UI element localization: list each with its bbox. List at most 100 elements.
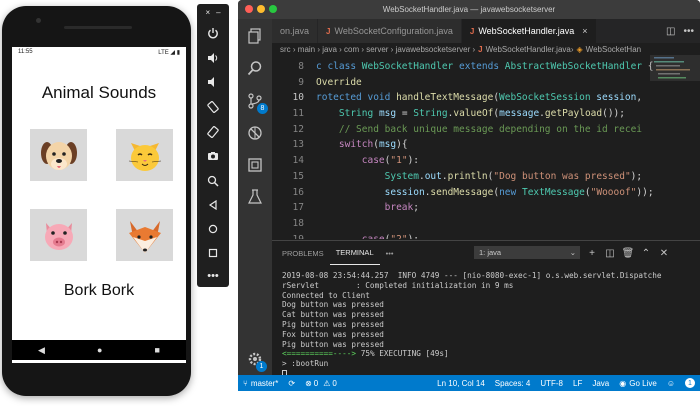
rotate-left-icon[interactable] (197, 96, 229, 118)
recents-nav-icon[interactable]: ■ (155, 345, 160, 355)
branch-indicator[interactable]: ⑂ master* (238, 379, 283, 388)
cursor-position[interactable]: Ln 10, Col 14 (432, 379, 490, 388)
vscode-window: WebSocketHandler.java — javawebsocketser… (238, 0, 700, 391)
pig-button[interactable] (30, 209, 87, 261)
more-options-icon[interactable]: ••• (197, 265, 229, 287)
editor-tabs: on.java J WebSocketConfiguration.java J … (272, 19, 700, 43)
tab-label: on.java (280, 26, 310, 36)
java-file-icon: J (478, 44, 483, 54)
settings-gear-icon[interactable]: 1 (238, 344, 272, 374)
end-of-line[interactable]: LF (568, 379, 587, 388)
volume-down-icon[interactable] (197, 71, 229, 93)
error-icon: ⊗ (305, 378, 312, 388)
go-live-button[interactable]: ◉ Go Live (614, 379, 662, 388)
back-nav-icon[interactable]: ◀ (38, 345, 45, 356)
terminal-line: Pig button was pressed (282, 339, 384, 349)
breadcrumb-separator: › (570, 44, 574, 54)
window-title: WebSocketHandler.java — javawebsocketser… (382, 5, 556, 14)
back-icon[interactable] (197, 194, 229, 216)
terminal-line: Dog button was pressed (282, 300, 384, 310)
terminal-line: 2019-08-08 23:54:44.257 INFO 4749 --- [n… (282, 271, 662, 280)
encoding[interactable]: UTF-8 (535, 379, 568, 388)
android-nav-bar: ◀ ● ■ (12, 340, 186, 360)
java-file-icon: J (469, 26, 475, 36)
language-mode[interactable]: Java (587, 379, 614, 388)
fox-button[interactable] (116, 209, 173, 261)
split-editor-icon[interactable]: ◫ (666, 26, 675, 37)
close-panel-icon[interactable]: ✕ (657, 246, 671, 260)
new-terminal-icon[interactable]: + (585, 246, 599, 260)
explorer-icon[interactable] (238, 21, 272, 51)
notification-count: 1 (685, 378, 695, 388)
home-nav-icon[interactable]: ● (97, 345, 102, 355)
panel-more-tabs[interactable]: ••• (380, 241, 400, 265)
line-number: 15 (292, 170, 304, 182)
error-count: 0 (313, 378, 319, 388)
rotate-right-icon[interactable] (197, 121, 229, 143)
cat-icon (128, 143, 161, 171)
line-number: 19 (272, 232, 310, 239)
close-icon[interactable]: × (205, 8, 210, 17)
code-line: case("2"): (316, 232, 696, 239)
indentation[interactable]: Spaces: 4 (490, 379, 536, 388)
notifications-bell-icon[interactable]: 1 (680, 378, 700, 388)
close-tab-icon[interactable]: × (582, 26, 587, 36)
front-camera (36, 18, 41, 23)
dog-button[interactable] (30, 129, 87, 181)
chevron-down-icon: ⌄ (569, 248, 576, 257)
line-number: 16 (292, 186, 304, 198)
cat-button[interactable] (116, 129, 173, 181)
volume-up-icon[interactable] (197, 47, 229, 69)
search-icon[interactable] (238, 53, 272, 83)
emulator-toolbar: × – ••• (197, 4, 229, 287)
zoom-window-icon[interactable] (269, 5, 277, 13)
trash-icon[interactable]: 🗑 (621, 246, 635, 260)
minimize-window-icon[interactable] (257, 5, 265, 13)
tab-label: WebSocketHandler.java (478, 26, 575, 36)
terminal-output[interactable]: 2019-08-08 23:54:44.257 INFO 4749 --- [n… (282, 271, 696, 378)
debug-icon[interactable] (238, 118, 272, 148)
code-content[interactable]: c class WebSocketHandler extends Abstrac… (316, 59, 696, 239)
feedback-smiley-icon[interactable]: ☺ (662, 379, 680, 388)
overview-icon[interactable] (197, 242, 229, 264)
code-editor[interactable]: 8 9 10 11 12 13 14 15 16 17 18 19 c class WebSocket… (272, 55, 700, 239)
zoom-icon[interactable] (197, 170, 229, 192)
breadcrumb-path[interactable]: src › main › java › com › server › javaw… (280, 45, 475, 54)
terminal-select-value: 1: java (479, 248, 502, 257)
terminal-line: Cat button was pressed (282, 310, 384, 320)
split-terminal-icon[interactable]: ◫ (603, 246, 617, 260)
tab-label: WebSocketConfiguration.java (334, 26, 453, 36)
pig-icon (44, 223, 73, 250)
line-number: 14 (292, 155, 304, 167)
breadcrumb-class[interactable]: WebSocketHan (586, 45, 641, 54)
code-line: String msg = String.valueOf(message.getP… (338, 108, 625, 120)
maximize-panel-icon[interactable]: ⌃ (639, 246, 653, 260)
tab-websocket-handler[interactable]: J WebSocketHandler.java × (461, 19, 597, 43)
minimap[interactable] (650, 55, 700, 239)
gradle-progress-line: <==========----> 75% EXECUTING [49s] (282, 349, 696, 359)
settings-badge: 1 (256, 361, 267, 372)
sync-icon[interactable]: ⟳ (283, 379, 300, 388)
code-line: Override (316, 76, 362, 88)
code-line: rotected void handleTextMessage(WebSocke… (316, 92, 648, 104)
status-bar: ⑂ master* ⟳ ⊗ 0 ⚠ 0 Ln 10, Col 14 Spaces… (238, 375, 700, 391)
home-icon[interactable] (197, 218, 229, 240)
code-line: session.sendMessage(new TextMessage("Woo… (384, 186, 654, 198)
editor-more-icon[interactable]: ••• (683, 26, 694, 37)
power-icon[interactable] (197, 22, 229, 44)
tab-partial-java[interactable]: on.java (272, 19, 319, 43)
close-window-icon[interactable] (245, 5, 253, 13)
terminal-select[interactable]: 1: java ⌄ (474, 246, 580, 259)
test-flask-icon[interactable] (238, 182, 272, 212)
breadcrumb-file[interactable]: WebSocketHandler.java (486, 45, 571, 54)
tab-problems[interactable]: PROBLEMS (276, 241, 330, 265)
problems-indicator[interactable]: ⊗ 0 ⚠ 0 (300, 379, 342, 388)
minimize-icon[interactable]: – (216, 8, 220, 17)
camera-icon[interactable] (197, 145, 229, 167)
tab-websocket-configuration[interactable]: J WebSocketConfiguration.java (318, 19, 462, 43)
extensions-icon[interactable] (238, 150, 272, 180)
earpiece-speaker (64, 26, 132, 29)
source-control-icon[interactable]: 8 (238, 86, 272, 116)
tab-terminal[interactable]: TERMINAL (329, 241, 380, 265)
line-number: 18 (292, 217, 304, 229)
